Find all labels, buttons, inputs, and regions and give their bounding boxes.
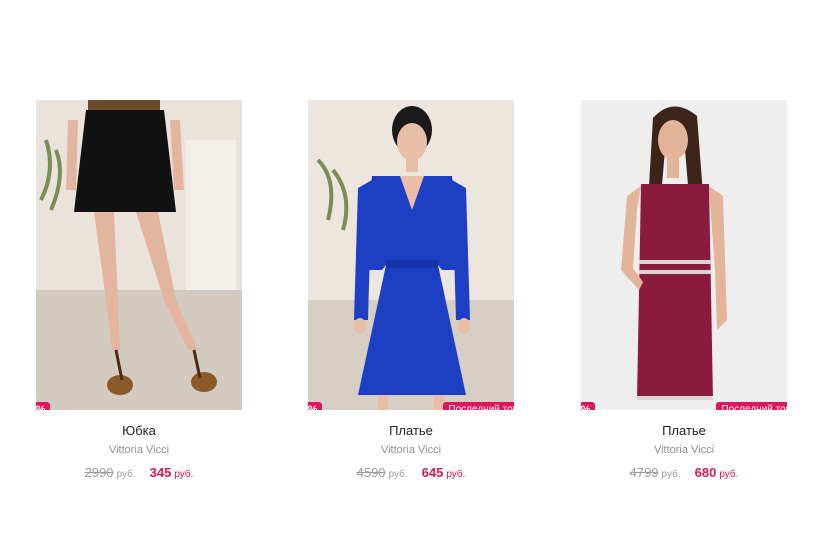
last-item-badge: Последний товар bbox=[716, 402, 787, 410]
product-photo-burgundy-dress bbox=[581, 100, 787, 410]
product-image[interactable]: -86% Последний товар bbox=[581, 100, 787, 410]
old-price-currency: руб. bbox=[661, 469, 681, 480]
new-price: 680 bbox=[694, 465, 717, 480]
product-photo-skirt bbox=[36, 100, 242, 410]
product-brand: Vittoria Vicci bbox=[380, 444, 442, 456]
product-title[interactable]: Платье bbox=[581, 423, 787, 438]
product-prices: 2990 руб. 345 руб. bbox=[36, 465, 242, 480]
discount-badge: -86% bbox=[581, 402, 595, 410]
old-price: 2990 bbox=[84, 465, 114, 480]
product-photo-blue-dress bbox=[308, 100, 514, 410]
new-price: 645 bbox=[421, 465, 444, 480]
product-brand: Vittoria Vicci bbox=[108, 444, 170, 456]
product-card[interactable]: -86% Последний товар Платье Vittoria Vic… bbox=[308, 100, 514, 480]
product-prices: 4799 руб. 680 руб. bbox=[581, 465, 787, 480]
product-image[interactable]: -86% Последний товар bbox=[308, 100, 514, 410]
new-price-currency: руб. bbox=[446, 469, 466, 480]
last-item-badge: Последний товар bbox=[443, 402, 514, 410]
new-price-currency: руб. bbox=[719, 469, 739, 480]
new-price-currency: руб. bbox=[174, 469, 194, 480]
new-price: 345 bbox=[149, 465, 172, 480]
product-card[interactable]: -88% Юбка Vittoria Vicci 2990руб.345руб. bbox=[36, 100, 242, 480]
discount-badge: -88% bbox=[36, 402, 50, 410]
product-card[interactable]: -86% Последний товар Платье Vittoria Vic… bbox=[581, 100, 787, 480]
product-prices: 4590 руб. 645 руб. bbox=[308, 465, 514, 480]
old-price: 4590 bbox=[356, 465, 386, 480]
product-title[interactable]: Юбка bbox=[36, 423, 242, 438]
old-price: 4799 bbox=[629, 465, 659, 480]
product-brand: Vittoria Vicci bbox=[653, 444, 715, 456]
discount-badge: -86% bbox=[308, 402, 322, 410]
product-title[interactable]: Платье bbox=[308, 423, 514, 438]
old-price-currency: руб. bbox=[116, 469, 136, 480]
product-image[interactable]: -88% bbox=[36, 100, 242, 410]
old-price-currency: руб. bbox=[388, 469, 408, 480]
